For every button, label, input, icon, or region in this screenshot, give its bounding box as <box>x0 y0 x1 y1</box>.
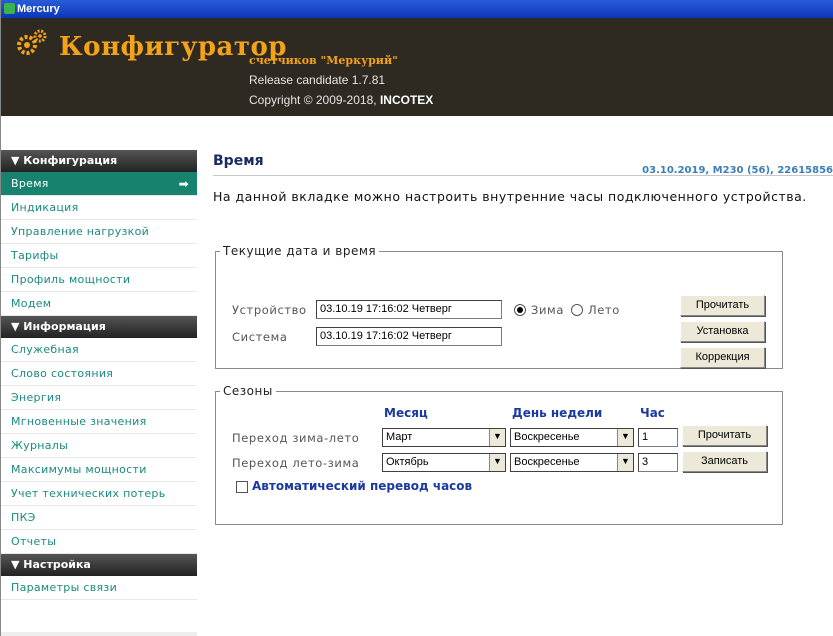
sidebar-item-journals[interactable]: Журналы <box>1 434 197 458</box>
read-seasons-button[interactable]: Прочитать <box>682 425 767 446</box>
system-time-label: Система <box>232 330 288 344</box>
sidebar-item-status-word[interactable]: Слово состояния <box>1 362 197 386</box>
system-time-input[interactable]: 03.10.19 17:16:02 Четверг <box>316 327 502 346</box>
selected-value: Октябрь <box>386 456 429 468</box>
chevron-down-icon[interactable]: ▼ <box>489 454 505 471</box>
sidebar-item-label: Время <box>11 177 49 190</box>
summer-winter-label: Переход лето-зима <box>232 456 360 470</box>
hour-column-header: Час <box>640 406 665 420</box>
copyright-prefix: Copyright © 2009-2018, <box>249 93 377 107</box>
summer-radio[interactable] <box>571 304 583 316</box>
winter-summer-hour-input[interactable]: 1 <box>638 428 678 447</box>
selected-value: Март <box>386 431 413 443</box>
app-window: Mercury Конфигуратор счетчиков "Меркурий… <box>0 0 833 636</box>
app-icon <box>4 3 15 14</box>
summer-winter-hour-input[interactable]: 3 <box>638 453 678 472</box>
read-time-button[interactable]: Прочитать <box>680 295 765 316</box>
title-divider <box>213 175 833 176</box>
chevron-down-icon[interactable]: ▼ <box>489 429 505 446</box>
seasons-group: Сезоны Месяц День недели Час Переход зим… <box>215 384 783 525</box>
winter-label[interactable]: Зима <box>531 303 564 317</box>
auto-switch-label[interactable]: Автоматический перевод часов <box>252 479 472 493</box>
sidebar-item-service[interactable]: Служебная <box>1 338 197 362</box>
selected-value: Воскресенье <box>514 431 580 443</box>
sidebar-item-energy[interactable]: Энергия <box>1 386 197 410</box>
sidebar-section-info[interactable]: ▼ Информация <box>1 316 197 338</box>
app-header: Конфигуратор счетчиков "Меркурий" Releas… <box>1 18 833 116</box>
sidebar-item-reports[interactable]: Отчеты <box>1 530 197 554</box>
winter-summer-label: Переход зима-лето <box>232 431 360 445</box>
sidebar-item-load-control[interactable]: Управление нагрузкой <box>1 220 197 244</box>
sidebar: ▼ Конфигурация Время ➡ Индикация Управле… <box>1 150 197 600</box>
datetime-group: Текущие дата и время Устройство 03.10.19… <box>215 244 783 369</box>
gears-icon <box>17 29 47 55</box>
summer-winter-month-select[interactable]: Октябрь ▼ <box>382 453 506 472</box>
winter-radio[interactable] <box>514 304 526 316</box>
sidebar-item-tech-losses[interactable]: Учет технических потерь <box>1 482 197 506</box>
datetime-legend: Текущие дата и время <box>223 244 377 258</box>
sidebar-item-time[interactable]: Время ➡ <box>1 172 197 196</box>
device-time-label: Устройство <box>232 303 307 317</box>
sidebar-item-modem[interactable]: Модем <box>1 292 197 316</box>
winter-summer-weekday-select[interactable]: Воскресенье ▼ <box>510 428 634 447</box>
winter-summer-month-select[interactable]: Март ▼ <box>382 428 506 447</box>
seasons-legend: Сезоны <box>223 384 273 398</box>
sidebar-item-connection-params[interactable]: Параметры связи <box>1 576 197 600</box>
brand-subtitle: счетчиков "Меркурий" <box>249 54 398 67</box>
summer-winter-weekday-select[interactable]: Воскресенье ▼ <box>510 453 634 472</box>
chevron-down-icon[interactable]: ▼ <box>617 454 633 471</box>
sidebar-bottom-strip <box>1 632 197 636</box>
sidebar-item-power-maximums[interactable]: Максимумы мощности <box>1 458 197 482</box>
auto-switch-checkbox[interactable] <box>236 481 248 493</box>
copyright-company: INCOTEX <box>379 93 434 107</box>
release-version: Release candidate 1.7.81 <box>249 73 386 87</box>
set-time-button[interactable]: Установка <box>680 321 765 342</box>
weekday-column-header: День недели <box>512 406 603 420</box>
chevron-down-icon[interactable]: ▼ <box>617 429 633 446</box>
sidebar-item-tariffs[interactable]: Тарифы <box>1 244 197 268</box>
sidebar-section-config[interactable]: ▼ Конфигурация <box>1 150 197 172</box>
title-bar: Mercury <box>1 0 833 18</box>
summer-label[interactable]: Лето <box>588 303 620 317</box>
page-title: Время <box>213 153 264 169</box>
sidebar-item-indication[interactable]: Индикация <box>1 196 197 220</box>
sidebar-item-pke[interactable]: ПКЭ <box>1 506 197 530</box>
selected-value: Воскресенье <box>514 456 580 468</box>
write-seasons-button[interactable]: Записать <box>682 451 767 472</box>
correct-time-button[interactable]: Коррекция <box>680 347 765 368</box>
sidebar-section-settings[interactable]: ▼ Настройка <box>1 554 197 576</box>
copyright: Copyright © 2009-2018, INCOTEX <box>249 93 433 107</box>
sidebar-item-power-profile[interactable]: Профиль мощности <box>1 268 197 292</box>
device-time-input[interactable]: 03.10.19 17:16:02 Четверг <box>316 300 502 319</box>
sidebar-item-instant-values[interactable]: Мгновенные значения <box>1 410 197 434</box>
window-title: Mercury <box>17 3 60 15</box>
arrow-right-icon: ➡ <box>178 177 189 191</box>
month-column-header: Месяц <box>384 406 428 420</box>
page-description: На данной вкладке можно настроить внутре… <box>213 189 807 204</box>
